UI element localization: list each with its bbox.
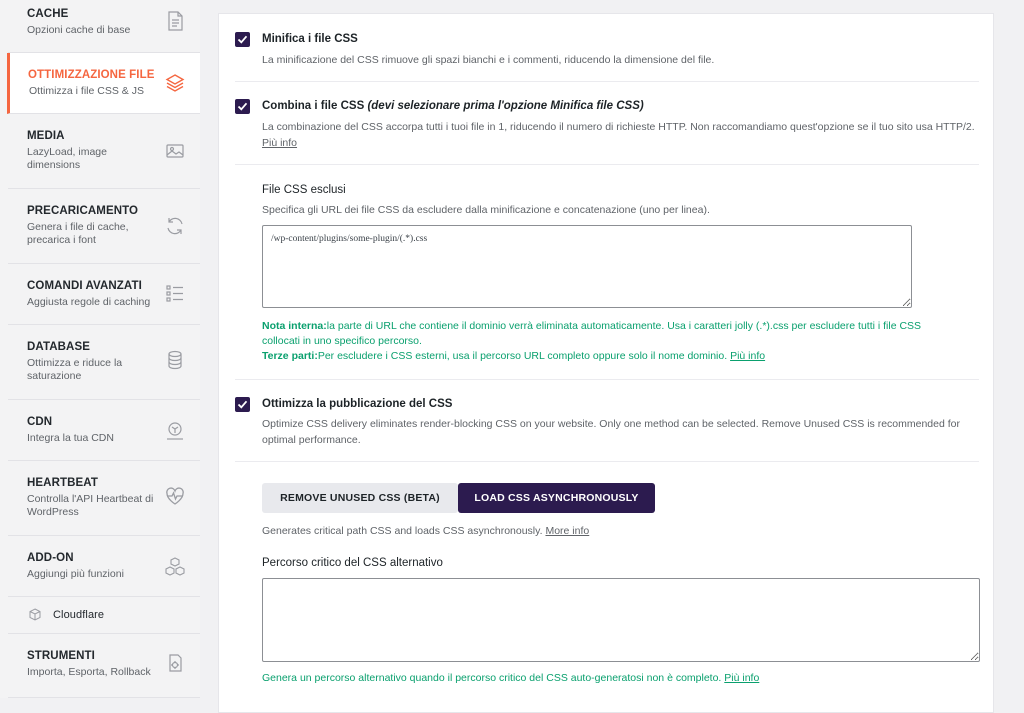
- sidebar-item-title: ADD-ON: [27, 552, 74, 564]
- load-css-async-tab[interactable]: LOAD CSS ASYNCHRONOUSLY: [458, 483, 655, 513]
- minify-css-desc: La minificazione del CSS rimuove gli spa…: [262, 54, 715, 66]
- async-more-info-link[interactable]: More info: [545, 525, 589, 537]
- sidebar-item-title: HEARTBEAT: [27, 477, 98, 489]
- critical-css-label: Percorso critico del CSS alternativo: [262, 557, 443, 569]
- sidebar-item-cloudflare[interactable]: Cloudflare: [8, 597, 200, 634]
- note-third-party-label: Terze parti:: [262, 350, 318, 362]
- sidebar-item-cache[interactable]: CACHE Opzioni cache di base: [8, 0, 200, 53]
- sidebar-item-preload[interactable]: PRECARICAMENTO Genera i file di cache, p…: [8, 189, 200, 264]
- cdn-icon: [167, 422, 183, 440]
- sidebar-item-title: MEDIA: [27, 130, 65, 142]
- excluded-css-desc: Specifica gli URL dei file CSS da esclud…: [262, 204, 710, 216]
- sidebar-item-desc: LazyLoad, image dimensions: [27, 146, 107, 171]
- sidebar-item-desc: Controlla l'API Heartbeat di WordPress: [27, 493, 154, 518]
- combine-css-desc-text: La combinazione del CSS accorpa tutti i …: [262, 121, 975, 133]
- note-internal-text: la parte di URL che contiene il dominio …: [262, 320, 922, 347]
- divider: [235, 81, 979, 82]
- optimize-css-delivery-desc: Optimize CSS delivery eliminates render-…: [262, 418, 960, 446]
- divider: [235, 461, 979, 462]
- tools-icon: [169, 654, 182, 672]
- sidebar-item-advanced-rules[interactable]: COMANDI AVANZATI Aggiusta regole di cach…: [8, 264, 200, 325]
- sidebar-item-title: DATABASE: [27, 341, 90, 353]
- document-icon: [168, 11, 183, 31]
- sidebar-item-desc: Integra la tua CDN: [27, 432, 114, 444]
- sidebar-item-desc: Ottimizza e riduce la saturazione: [27, 357, 123, 382]
- sidebar-item-desc: Aggiungi più funzioni: [27, 568, 124, 580]
- sidebar-item-desc: Importa, Esporta, Rollback: [27, 666, 151, 678]
- sidebar-item-desc: Genera i file di cache, precarica i font: [27, 221, 129, 246]
- combine-css-checkbox[interactable]: [235, 99, 250, 114]
- sidebar-item-title: PRECARICAMENTO: [27, 205, 139, 217]
- sidebar-item-desc: Ottimizza i file CSS & JS: [29, 85, 144, 97]
- sidebar-item-tools[interactable]: STRUMENTI Importa, Esporta, Rollback: [8, 634, 200, 698]
- combine-css-title-text: Combina i file CSS: [262, 100, 365, 112]
- layers-icon: [165, 74, 185, 92]
- sidebar-item-desc: Aggiusta regole di caching: [27, 296, 151, 308]
- sidebar-item-title: STRUMENTI: [27, 650, 95, 662]
- settings-panel: Minifica i file CSS La minificazione del…: [218, 13, 994, 713]
- database-icon: [168, 350, 182, 370]
- combine-css-desc: La combinazione del CSS accorpa tutti i …: [262, 119, 977, 151]
- critical-more-info-link[interactable]: Più info: [724, 672, 759, 684]
- optimize-css-delivery-title: Ottimizza la pubblicazione del CSS: [262, 398, 453, 410]
- excluded-css-note: Nota interna:la parte di URL che contien…: [262, 319, 922, 364]
- cubes-icon: [165, 557, 185, 576]
- combine-css-title: Combina i file CSS (devi selezionare pri…: [262, 100, 644, 112]
- optimize-css-delivery-checkbox[interactable]: [235, 397, 250, 412]
- image-icon: [166, 144, 184, 158]
- critical-css-textarea[interactable]: [262, 578, 980, 662]
- note-internal-label: Nota interna:: [262, 320, 327, 332]
- async-css-desc: Generates critical path CSS and loads CS…: [262, 523, 589, 539]
- sidebar-item-desc: Opzioni cache di base: [27, 24, 131, 36]
- divider: [235, 379, 979, 380]
- combine-css-title-note: (devi selezionare prima l'opzione Minifi…: [367, 100, 644, 112]
- divider: [235, 164, 979, 165]
- excluded-css-label: File CSS esclusi: [262, 184, 346, 196]
- minify-css-title: Minifica i file CSS: [262, 33, 358, 45]
- sidebar-item-media[interactable]: MEDIA LazyLoad, image dimensions: [8, 114, 200, 189]
- async-css-desc-text: Generates critical path CSS and loads CS…: [262, 525, 543, 537]
- sidebar-item-cdn[interactable]: CDN Integra la tua CDN: [8, 400, 200, 461]
- list-icon: [166, 285, 183, 302]
- sidebar-item-file-optimization[interactable]: OTTIMIZZAZIONE FILE Ottimizza i file CSS…: [7, 53, 200, 114]
- checkmark-icon: [237, 400, 248, 409]
- excluded-css-textarea[interactable]: /wp-content/plugins/some-plugin/(.*).css: [262, 225, 912, 308]
- cube-icon: [29, 608, 41, 621]
- sidebar-item-title: CACHE: [27, 8, 69, 20]
- refresh-icon: [167, 217, 183, 235]
- sidebar-item-addons[interactable]: ADD-ON Aggiungi più funzioni: [8, 536, 200, 597]
- note-third-party-text: Per escludere i CSS esterni, usa il perc…: [317, 350, 728, 362]
- checkmark-icon: [237, 102, 248, 111]
- heartbeat-icon: [166, 487, 184, 505]
- settings-sidebar: CACHE Opzioni cache di base OTTIMIZZAZIO…: [0, 0, 200, 698]
- sidebar-item-heartbeat[interactable]: HEARTBEAT Controlla l'API Heartbeat di W…: [8, 461, 200, 536]
- sidebar-item-title: Cloudflare: [53, 609, 105, 621]
- remove-unused-css-tab[interactable]: REMOVE UNUSED CSS (BETA): [262, 483, 458, 513]
- sidebar-item-title: OTTIMIZZAZIONE FILE: [28, 69, 155, 81]
- minify-css-checkbox[interactable]: [235, 32, 250, 47]
- sidebar-item-title: COMANDI AVANZATI: [27, 280, 142, 292]
- sidebar-item-database[interactable]: DATABASE Ottimizza e riduce la saturazio…: [8, 325, 200, 400]
- critical-css-note-text: Genera un percorso alternativo quando il…: [262, 672, 722, 684]
- third-party-more-info-link[interactable]: Più info: [730, 350, 765, 362]
- sidebar-item-title: CDN: [27, 416, 53, 428]
- combine-more-info-link[interactable]: Più info: [262, 137, 297, 149]
- checkmark-icon: [237, 35, 248, 44]
- critical-css-note: Genera un percorso alternativo quando il…: [262, 671, 977, 686]
